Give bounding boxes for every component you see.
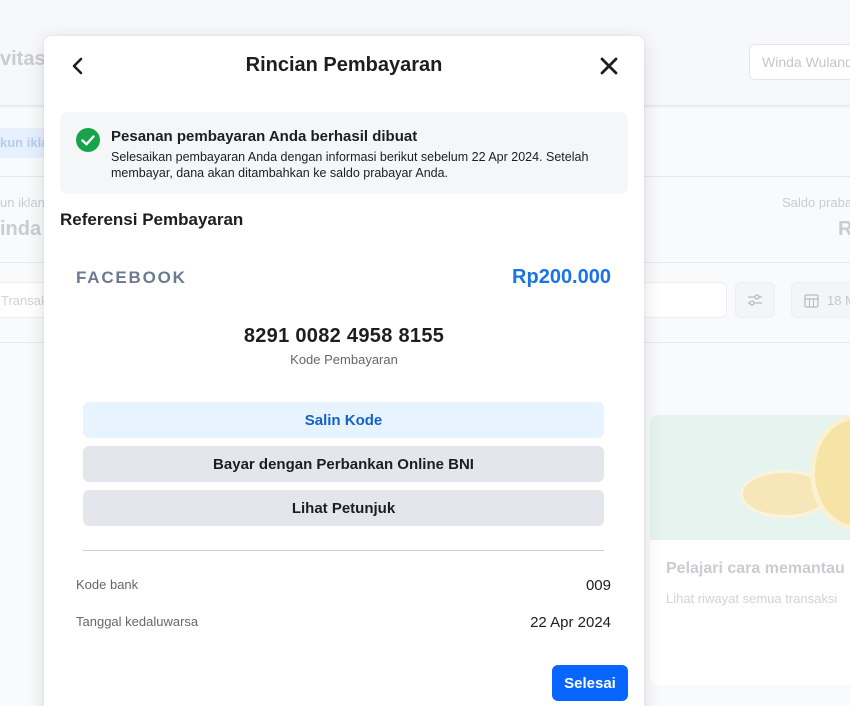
divider (83, 550, 604, 551)
dialog-header: Rincian Pembayaran (44, 36, 644, 96)
background-user-selector: Winda Wulandari (749, 44, 850, 80)
merchant-name: FACEBOOK (76, 268, 187, 287)
background-input (640, 282, 727, 318)
background-date-text: 18 M (827, 293, 850, 308)
background-card-subtitle: Lihat riwayat semua transaksi (666, 591, 838, 606)
dialog-title: Rincian Pembayaran (245, 54, 443, 76)
pay-online-banking-button[interactable]: Bayar dengan Perbankan Online BNI (83, 446, 604, 482)
alert-title: Pesanan pembayaran Anda berhasil dibuat (111, 128, 418, 145)
payment-amount: Rp200.000 (512, 266, 611, 288)
background-info-card: Pelajari cara memantau Lihat riwayat sem… (650, 415, 850, 685)
background-card-title: Pelajari cara memantau (666, 560, 845, 577)
expiry-date-label: Tanggal kedaluwarsa (76, 614, 199, 629)
payment-code: 8291 0082 4958 8155 (243, 325, 445, 347)
background-date-picker: 18 M (791, 282, 850, 318)
check-circle-icon (76, 128, 100, 152)
done-button[interactable]: Selesai (552, 665, 628, 701)
alert-message: Selesaikan pembayaran Anda dengan inform… (111, 150, 589, 180)
sliders-icon (748, 294, 762, 306)
background-tab: kun iklan (0, 128, 46, 158)
background-filter-button (735, 282, 775, 318)
expiry-date-value: 22 Apr 2024 (530, 614, 611, 631)
coins-illustration (650, 415, 850, 540)
calendar-icon (804, 294, 819, 308)
payment-details-dialog: Rincian Pembayaran Pesanan pembayaran An… (44, 36, 644, 706)
copy-code-button[interactable]: Salin Kode (83, 402, 604, 438)
bank-code-value: 009 (585, 577, 611, 594)
view-instructions-button[interactable]: Lihat Petunjuk (83, 490, 604, 526)
close-button[interactable] (595, 52, 623, 80)
background-account-label: un iklan (0, 195, 45, 210)
bank-code-label: Kode bank (76, 577, 139, 592)
background-balance-value: R (838, 218, 850, 240)
payment-code-label: Kode Pembayaran (290, 352, 398, 367)
close-icon (600, 57, 618, 75)
background-balance-label: Saldo prabayar (782, 195, 850, 210)
success-alert: Pesanan pembayaran Anda berhasil dibuat … (60, 112, 628, 194)
coin-icon (810, 415, 850, 530)
background-page-title: vitas (0, 48, 46, 70)
section-title: Referensi Pembayaran (60, 210, 244, 229)
background-search-input: Transaksi (0, 282, 50, 318)
